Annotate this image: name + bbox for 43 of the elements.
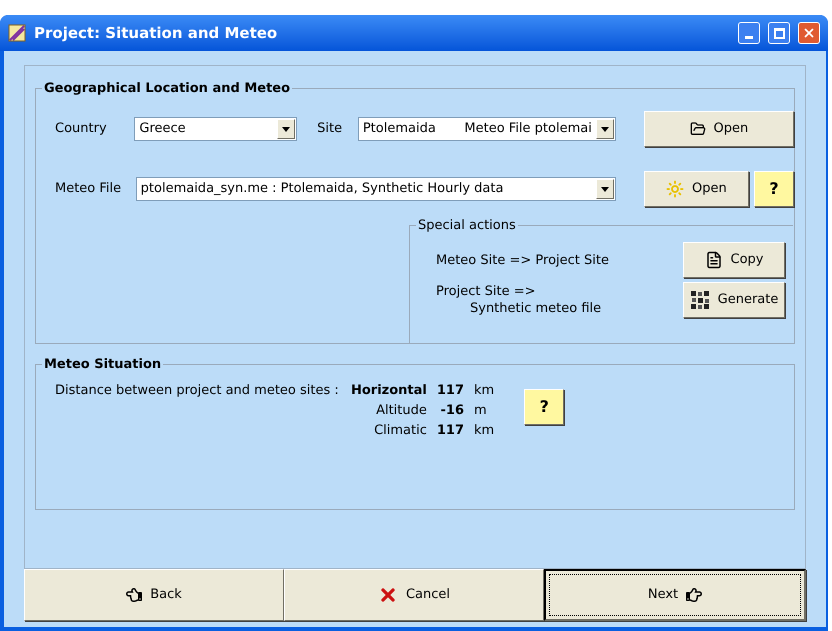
distance-name: Altitude: [375, 402, 427, 420]
action-description: Meteo Site => Project Site: [436, 252, 609, 268]
site-detail: Meteo File ptolemai: [464, 120, 592, 138]
distance-value: -16: [440, 402, 464, 420]
app-icon: [8, 24, 26, 42]
distance-name: Climatic: [373, 422, 427, 440]
country-dropdown[interactable]: Greece: [134, 117, 298, 141]
window-title: Project: Situation and Meteo: [34, 22, 278, 44]
close-button[interactable]: [798, 22, 820, 44]
maximize-button[interactable]: [768, 22, 790, 44]
grid-pattern-icon: [690, 290, 710, 310]
distance-unit: m: [474, 402, 488, 420]
open-button[interactable]: Open: [644, 111, 794, 147]
hand-pointing-right-icon: [686, 587, 702, 603]
hand-pointing-left-icon: [126, 587, 142, 603]
back-button[interactable]: Back: [24, 569, 284, 621]
distance-unit: km: [474, 422, 494, 440]
country-value: Greece: [139, 120, 186, 138]
help-button[interactable]: ?: [754, 171, 794, 207]
field-label: Meteo File: [55, 180, 122, 198]
cancel-button[interactable]: Cancel: [284, 569, 544, 621]
generate-button[interactable]: Generate: [683, 282, 785, 318]
close-icon: [802, 26, 816, 40]
help-button[interactable]: ?: [524, 389, 564, 425]
minimize-button[interactable]: [738, 22, 760, 44]
meteo-file-value: ptolemaida_syn.me : Ptolemaida, Synthetic Hourly data: [140, 180, 504, 198]
distance-label: Distance between project and meteo sites :: [55, 382, 340, 400]
copy-button[interactable]: Copy: [683, 242, 785, 278]
distance-unit: km: [474, 382, 494, 400]
distance-value: 117: [436, 422, 464, 440]
field-label: Site: [317, 120, 344, 138]
folder-icon: [690, 121, 706, 137]
site-dropdown[interactable]: Ptolemaida Meteo File ptolemai: [358, 117, 616, 141]
open-button[interactable]: Open: [644, 171, 749, 207]
distance-name: Horizontal: [351, 382, 427, 400]
meteo-file-dropdown[interactable]: ptolemaida_syn.me : Ptolemaida, Synthetic Hourly data: [136, 177, 616, 201]
site-value: Ptolemaida: [362, 120, 437, 138]
field-label: Country: [55, 120, 108, 138]
action-description: Project Site => Synthetic meteo file: [436, 283, 602, 317]
next-button[interactable]: Next: [544, 569, 806, 621]
document-icon: [704, 251, 722, 269]
distance-value: 117: [436, 382, 464, 400]
sun-icon: [666, 180, 684, 198]
